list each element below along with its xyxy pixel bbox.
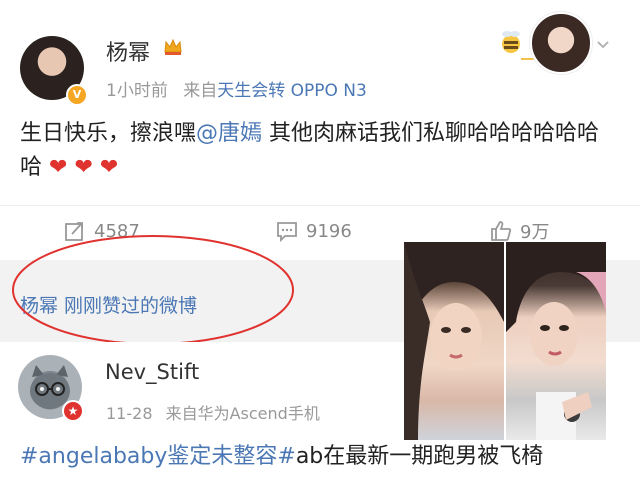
divider — [0, 205, 640, 206]
hashtag-link[interactable]: #angelababy鉴定未整容# — [20, 444, 296, 469]
like-icon — [491, 221, 512, 241]
verified-icon: V — [66, 84, 88, 106]
portrait-image — [404, 242, 504, 440]
post-text-part: 生日快乐，擦浪嘿 — [20, 121, 197, 146]
chevron-down-icon[interactable] — [596, 38, 610, 52]
post-text: #angelababy鉴定未整容#ab在最新一期跑男被飞椅 — [20, 438, 543, 470]
crown-icon — [164, 38, 182, 55]
post-author-name[interactable]: Nev_Stift — [105, 360, 199, 384]
card-decoration-avatar — [530, 12, 592, 74]
post-source[interactable]: 天生会转 OPPO N3 — [217, 81, 367, 101]
post-author-name[interactable]: 杨幂 — [106, 35, 150, 67]
overlay-photo — [404, 242, 504, 440]
red-badge-icon: ★ — [62, 400, 84, 422]
comment-count: 9196 — [306, 220, 352, 242]
mention-link[interactable]: @唐嫣 — [196, 121, 262, 146]
post-meta: 1小时前 来自天生会转 OPPO N3 — [106, 76, 367, 101]
post-text-part: ab在最新一期跑男被飞椅 — [295, 444, 544, 469]
post-time: 11-28 — [106, 404, 153, 423]
post-time: 1小时前 — [106, 81, 168, 101]
heart-emoji: ❤ ❤ ❤ — [49, 155, 119, 180]
portrait-image — [506, 242, 606, 440]
annotation-ellipse — [12, 235, 294, 345]
post-source[interactable]: 来自华为Ascend手机 — [166, 404, 320, 423]
post-via: 来自 — [183, 81, 218, 101]
post-text: 生日快乐，擦浪嘿@唐嫣 其他肉麻话我们私聊哈哈哈哈哈哈哈 ❤ ❤ ❤ — [20, 117, 620, 185]
post-meta: 11-28 来自华为Ascend手机 — [106, 400, 320, 424]
like-count: 9万 — [520, 222, 550, 243]
overlay-photo — [506, 242, 606, 440]
